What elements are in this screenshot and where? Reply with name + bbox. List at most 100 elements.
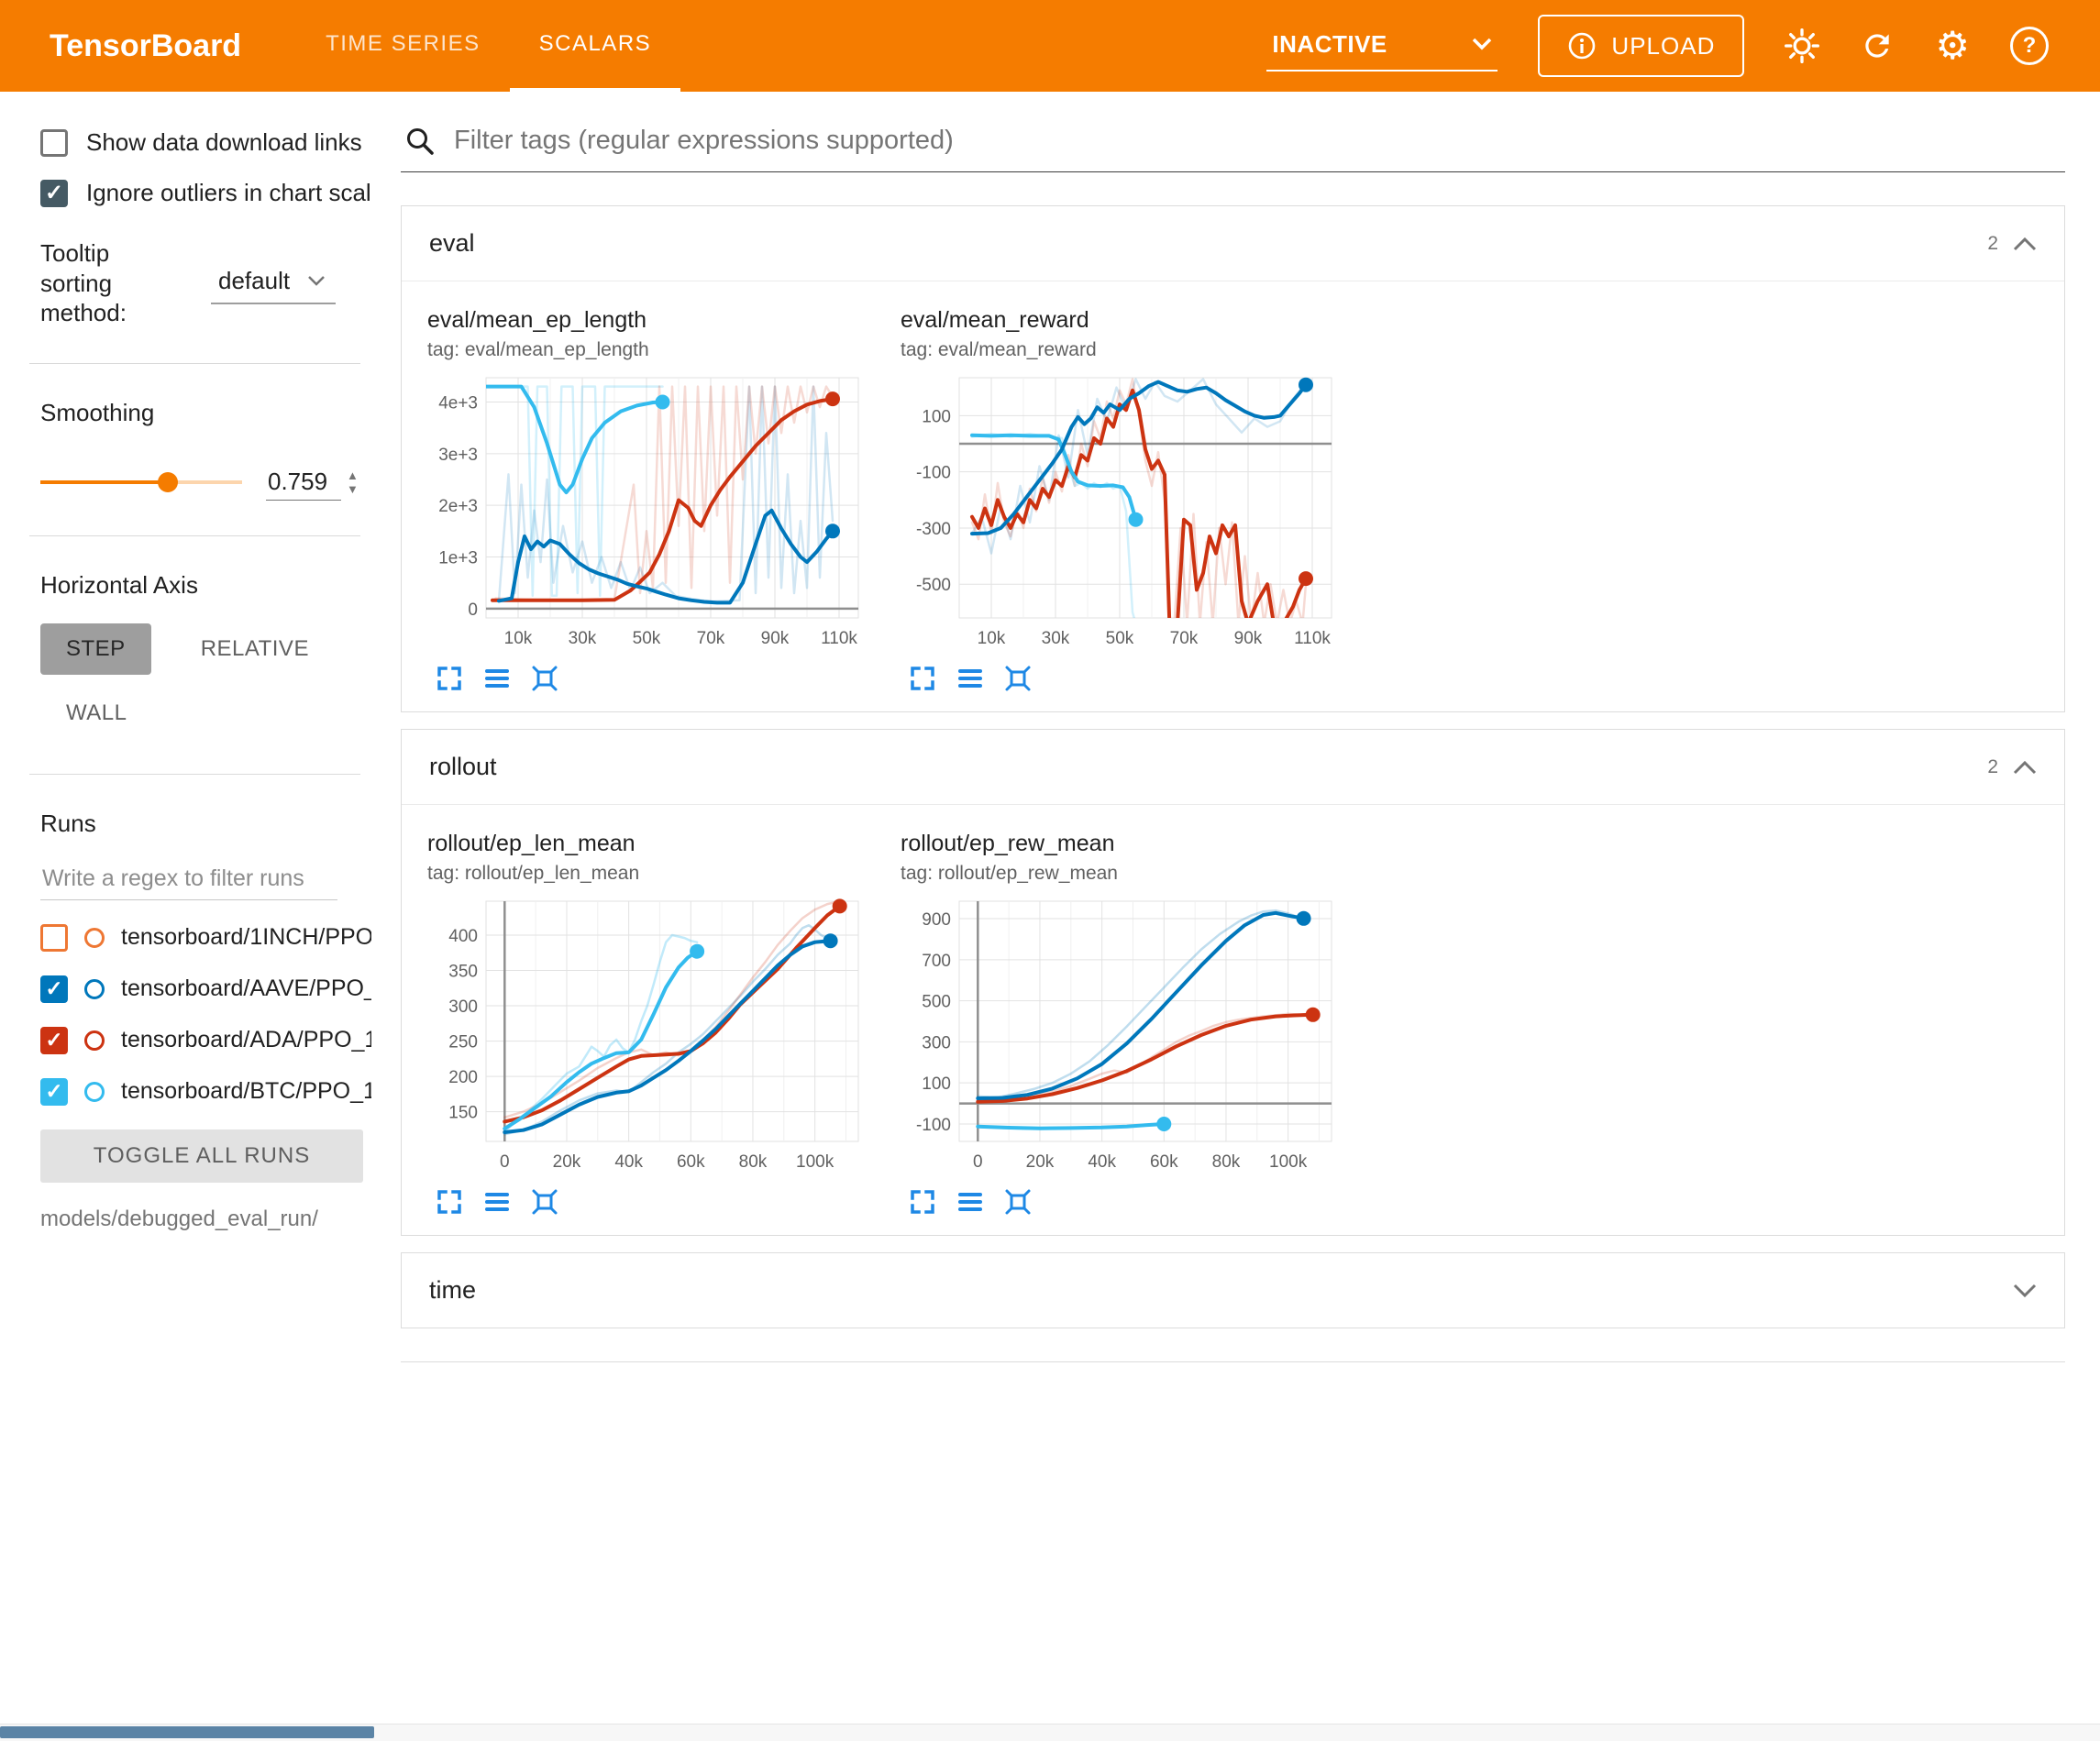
- section-count: 2: [1987, 756, 1998, 778]
- show-download-links-checkbox[interactable]: [40, 129, 68, 157]
- smoothing-value-input[interactable]: [266, 464, 341, 501]
- svg-text:90k: 90k: [761, 629, 790, 648]
- run-row-btc[interactable]: tensorboard/BTC/PPO_1: [40, 1078, 371, 1106]
- run-color-dot: [84, 1082, 105, 1102]
- settings-button[interactable]: ⚙: [1935, 27, 1970, 65]
- section-time: time: [401, 1252, 2065, 1328]
- chart-canvas[interactable]: 150200250300350400020k40k60k80k100k: [427, 894, 868, 1178]
- svg-text:80k: 80k: [739, 1152, 768, 1172]
- chart-plot[interactable]: 100-100-300-50010k30k50k70k90k110k: [901, 370, 1341, 655]
- run-row-aave[interactable]: tensorboard/AAVE/PPO_1: [40, 975, 371, 1003]
- tab-scalars[interactable]: SCALARS: [510, 0, 681, 92]
- status-label: INACTIVE: [1272, 30, 1387, 59]
- chart-canvas[interactable]: 01e+32e+33e+34e+310k30k50k70k90k110k: [427, 370, 868, 655]
- chart-actions: [427, 1185, 879, 1218]
- help-button[interactable]: ?: [2010, 27, 2049, 65]
- svg-text:10k: 10k: [978, 629, 1006, 648]
- run-label: tensorboard/BTC/PPO_1: [121, 1078, 371, 1105]
- svg-text:60k: 60k: [677, 1152, 705, 1172]
- refresh-button[interactable]: [1860, 28, 1895, 63]
- smoothing-slider[interactable]: [40, 468, 242, 496]
- toggle-all-runs-button[interactable]: TOGGLE ALL RUNS: [40, 1129, 363, 1183]
- search-icon: [404, 126, 436, 157]
- data-download-button[interactable]: [954, 662, 987, 695]
- data-download-button[interactable]: [481, 1185, 514, 1218]
- info-icon: [1567, 31, 1597, 61]
- fit-domain-icon: [530, 1187, 559, 1217]
- expand-chart-button[interactable]: [433, 662, 466, 695]
- runs-filter-input[interactable]: [40, 858, 337, 900]
- expand-chart-button[interactable]: [433, 1185, 466, 1218]
- settings-sidebar: Show data download links Ignore outliers…: [0, 92, 371, 1741]
- tooltip-sorting-select[interactable]: default: [211, 261, 336, 304]
- show-download-links-label: Show data download links: [86, 128, 362, 157]
- smoothing-slider-thumb[interactable]: [158, 472, 178, 492]
- horizontal-scrollbar-thumb[interactable]: [0, 1726, 374, 1738]
- status-dropdown[interactable]: INACTIVE: [1266, 21, 1498, 72]
- tensorboard-app: TensorBoard TIME SERIES SCALARS INACTIVE…: [0, 0, 2100, 1741]
- data-download-button[interactable]: [481, 662, 514, 695]
- section-time-header[interactable]: time: [402, 1253, 2064, 1328]
- smoothing-stepper[interactable]: ▲▼: [347, 469, 359, 495]
- run-color-dot: [84, 979, 105, 999]
- chevron-up-icon[interactable]: [2013, 237, 2037, 251]
- chart-canvas[interactable]: -100100300500700900020k40k60k80k100k: [901, 894, 1341, 1178]
- horizontal-axis-label: Horizontal Axis: [40, 571, 371, 600]
- svg-text:100: 100: [922, 407, 951, 426]
- expand-chart-button[interactable]: [906, 662, 939, 695]
- run-checkbox[interactable]: [40, 1078, 68, 1106]
- section-eval-header[interactable]: eval 2: [402, 206, 2064, 281]
- brightness-toggle-button[interactable]: [1785, 28, 1819, 63]
- run-checkbox[interactable]: [40, 975, 68, 1003]
- fit-domain-button[interactable]: [1001, 662, 1034, 695]
- fit-domain-button[interactable]: [1001, 1185, 1034, 1218]
- svg-text:100k: 100k: [1269, 1152, 1308, 1172]
- expand-chart-button[interactable]: [906, 1185, 939, 1218]
- section-rollout-header[interactable]: rollout 2: [402, 730, 2064, 805]
- chevron-down-icon[interactable]: [2013, 1284, 2037, 1298]
- refresh-icon: [1860, 28, 1895, 63]
- svg-text:40k: 40k: [1088, 1152, 1116, 1172]
- svg-text:1e+3: 1e+3: [438, 549, 478, 568]
- ignore-outliers-checkbox[interactable]: [40, 180, 68, 207]
- chart-plot[interactable]: -100100300500700900020k40k60k80k100k: [901, 894, 1341, 1178]
- tab-time-series[interactable]: TIME SERIES: [296, 0, 510, 92]
- run-checkbox[interactable]: [40, 1027, 68, 1054]
- fit-domain-button[interactable]: [528, 1185, 561, 1218]
- divider: [29, 535, 360, 536]
- upload-button[interactable]: UPLOAD: [1538, 15, 1744, 77]
- chart-title: eval/mean_reward: [901, 307, 1352, 334]
- chart-plot[interactable]: 150200250300350400020k40k60k80k100k: [427, 894, 868, 1178]
- main-tabs: TIME SERIES SCALARS: [296, 0, 680, 92]
- next-section-top-border: [401, 1361, 2065, 1362]
- chart-plot[interactable]: 01e+32e+33e+34e+310k30k50k70k90k110k: [427, 370, 868, 655]
- data-download-button[interactable]: [954, 1185, 987, 1218]
- section-title: rollout: [429, 753, 497, 781]
- chevron-up-icon[interactable]: [2013, 760, 2037, 775]
- svg-text:-100: -100: [916, 1116, 951, 1135]
- chart-card-eval-mean-reward: eval/mean_reward tag: eval/mean_reward 1…: [901, 307, 1352, 695]
- chart-canvas[interactable]: 100-100-300-50010k30k50k70k90k110k: [901, 370, 1341, 655]
- tag-filter: [401, 119, 2065, 172]
- chart-card-eval-mean-ep-length: eval/mean_ep_length tag: eval/mean_ep_le…: [427, 307, 879, 695]
- smoothing-label: Smoothing: [40, 399, 371, 427]
- svg-text:500: 500: [922, 993, 951, 1012]
- axis-step-button[interactable]: STEP: [40, 623, 151, 675]
- chart-title: eval/mean_ep_length: [427, 307, 879, 334]
- svg-text:700: 700: [922, 952, 951, 971]
- axis-wall-button[interactable]: WALL: [40, 688, 152, 739]
- svg-text:900: 900: [922, 910, 951, 930]
- app-logo[interactable]: TensorBoard: [50, 0, 241, 92]
- run-color-dot: [84, 1030, 105, 1051]
- run-row-ada[interactable]: tensorboard/ADA/PPO_1: [40, 1027, 371, 1054]
- run-checkbox[interactable]: [40, 924, 68, 952]
- svg-text:110k: 110k: [821, 629, 857, 648]
- svg-text:20k: 20k: [1026, 1152, 1055, 1172]
- run-row-1inch[interactable]: tensorboard/1INCH/PPO_1: [40, 924, 371, 952]
- data-lines-icon: [482, 1187, 512, 1217]
- svg-text:150: 150: [448, 1104, 478, 1123]
- tag-filter-input[interactable]: [452, 125, 2061, 157]
- fit-domain-button[interactable]: [528, 662, 561, 695]
- svg-text:90k: 90k: [1234, 629, 1263, 648]
- axis-relative-button[interactable]: RELATIVE: [175, 623, 335, 675]
